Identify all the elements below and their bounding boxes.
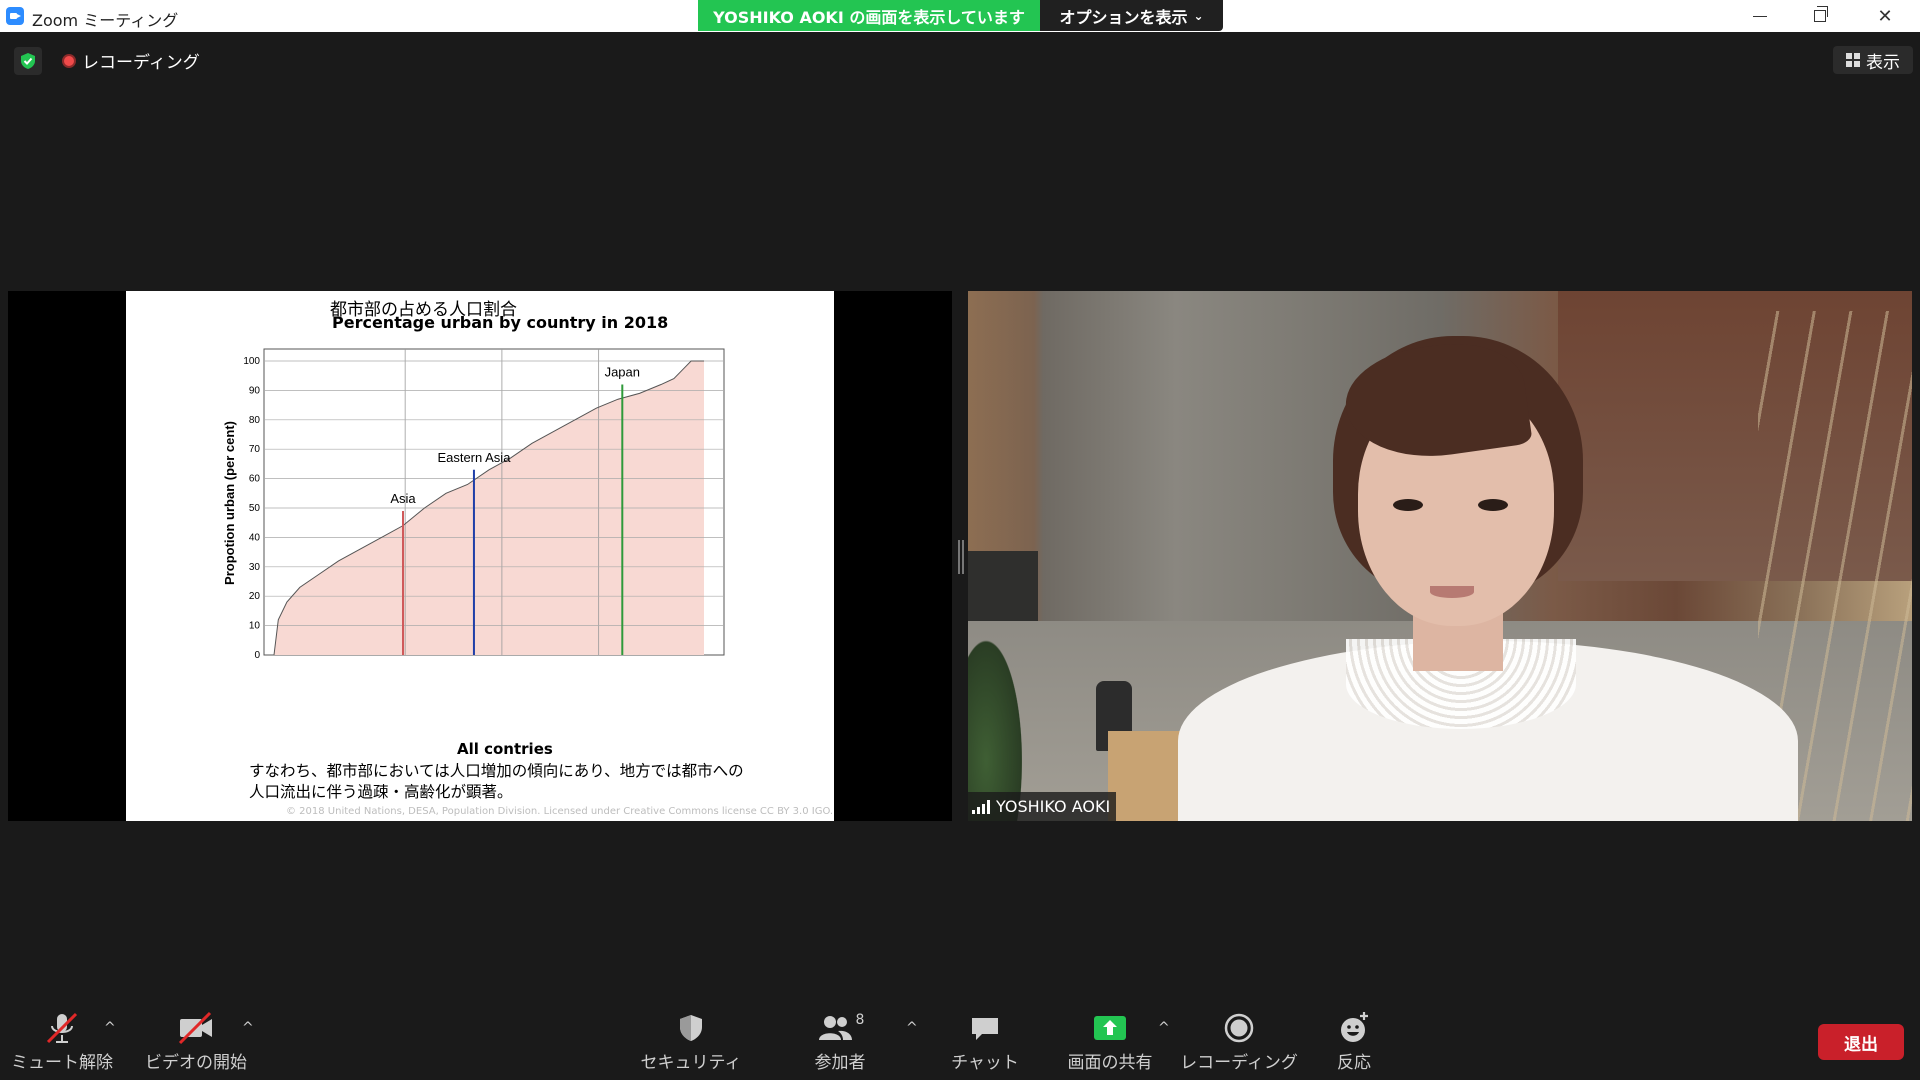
chart-y-tick-label: 80 — [249, 415, 261, 426]
restore-icon — [1814, 6, 1828, 22]
share-options-caret-icon[interactable]: ^ — [1158, 1020, 1170, 1036]
leave-meeting-button[interactable]: 退出 — [1818, 1024, 1904, 1060]
chart-y-tick-label: 70 — [249, 444, 261, 455]
start-video-label: ビデオの開始 — [145, 1053, 247, 1073]
shared-screen-panel[interactable]: 都市部の占める人口割合 Percentage urban by country … — [8, 291, 952, 821]
minimize-icon — [1753, 15, 1767, 17]
close-icon: ✕ — [1877, 5, 1893, 27]
recording-button[interactable]: レコーディング — [1180, 1010, 1298, 1080]
chart-y-tick-label: 20 — [249, 591, 261, 602]
chat-button[interactable]: チャット — [945, 1010, 1025, 1080]
screen-share-banner: YOSHIKO AOKI の画面を表示しています — [698, 0, 1040, 31]
participant-name: YOSHIKO AOKI — [996, 797, 1111, 816]
reactions-label: 反応 — [1337, 1053, 1371, 1073]
slide-credit: © 2018 United Nations, DESA, Population … — [286, 806, 834, 817]
participant-name-tag: YOSHIKO AOKI — [968, 792, 1117, 821]
chart-y-tick-label: 0 — [254, 650, 260, 661]
participants-label: 参加者 — [814, 1053, 866, 1073]
meeting-info-button[interactable] — [14, 47, 42, 75]
view-button[interactable]: 表示 — [1833, 46, 1913, 74]
microphone-muted-icon — [46, 1012, 78, 1044]
plant — [968, 621, 1028, 821]
chart-y-tick-label: 30 — [249, 562, 261, 573]
participant-count-badge: 8 — [855, 1012, 865, 1028]
signal-strength-icon — [972, 799, 990, 814]
chart-marker-label-asia: Asia — [390, 491, 416, 506]
audio-options-caret-icon[interactable]: ^ — [104, 1020, 116, 1036]
participant-video[interactable]: YOSHIKO AOKI — [968, 291, 1912, 821]
chart-x-axis-title: All contries — [457, 740, 553, 758]
start-video-button[interactable]: ビデオの開始 — [144, 1010, 248, 1080]
chart-y-tick-label: 40 — [249, 532, 261, 543]
recording-label: レコーディング — [1180, 1053, 1298, 1073]
minimize-button[interactable] — [1730, 0, 1790, 32]
view-options-button[interactable]: オプションを表示 ⌄ — [1040, 0, 1223, 31]
video-options-caret-icon[interactable]: ^ — [242, 1020, 254, 1036]
record-icon — [1224, 1013, 1254, 1043]
security-label: セキュリティ — [640, 1053, 742, 1073]
slide-caption-line-1: すなわち、都市部においては人口増加の傾向にあり、地方では都市への — [249, 762, 744, 780]
share-screen-label: 画面の共有 — [1067, 1053, 1153, 1073]
recording-indicator-label: レコーディング — [82, 53, 200, 73]
share-screen-arrow-icon — [1094, 1016, 1126, 1040]
close-button[interactable]: ✕ — [1855, 0, 1915, 32]
window-title: Zoom ミーティング — [32, 11, 179, 30]
view-button-label: 表示 — [1866, 52, 1900, 73]
reactions-button[interactable]: 反応 — [1312, 1010, 1396, 1080]
unmute-label: ミュート解除 — [11, 1053, 113, 1073]
emoji-add-icon — [1341, 1012, 1368, 1042]
view-options-label: オプションを表示 — [1059, 7, 1188, 27]
chart-y-axis-title: Propotion urban (per cent) — [222, 421, 237, 585]
chart-y-tick-label: 60 — [249, 474, 261, 485]
slide-caption: すなわち、都市部においては人口増加の傾向にあり、地方では都市への 人口流出に伴う… — [249, 761, 809, 803]
slide-caption-line-2: 人口流出に伴う過疎・高齢化が顕著。 — [249, 783, 513, 801]
participants-options-caret-icon[interactable]: ^ — [906, 1020, 918, 1036]
title-bar: Zoom ミーティング YOSHIKO AOKI の画面を表示しています オプシ… — [0, 0, 1920, 32]
participants-button[interactable]: 8 参加者 — [800, 1010, 880, 1080]
chevron-down-icon: ⌄ — [1193, 8, 1204, 23]
shield-icon — [680, 1015, 702, 1041]
chart-y-tick-label: 10 — [249, 621, 261, 632]
shield-check-icon — [21, 53, 35, 69]
chat-label: チャット — [951, 1053, 1019, 1073]
recording-indicator[interactable]: レコーディング — [62, 48, 200, 73]
grid-view-icon — [1846, 53, 1860, 67]
participants-icon — [818, 1016, 852, 1040]
share-screen-button[interactable]: 画面の共有 — [1062, 1010, 1158, 1080]
panel-splitter-handle[interactable] — [958, 540, 964, 574]
chart-marker-label-eastern-asia: Eastern Asia — [437, 450, 511, 465]
recording-dot-icon — [62, 53, 76, 68]
chart-marker-label-japan: Japan — [605, 365, 640, 380]
video-camera-off-icon — [178, 1011, 212, 1045]
chart-y-tick-label: 90 — [249, 385, 261, 396]
security-button[interactable]: セキュリティ — [641, 1010, 742, 1080]
chart-y-tick-label: 100 — [243, 356, 260, 367]
shared-slide: 都市部の占める人口割合 Percentage urban by country … — [126, 291, 834, 821]
unmute-button[interactable]: ミュート解除 — [11, 1010, 113, 1080]
chart-y-tick-label: 50 — [249, 503, 261, 514]
chat-bubble-icon — [972, 1018, 998, 1040]
zoom-logo-icon — [6, 7, 24, 25]
restore-button[interactable] — [1790, 0, 1850, 32]
